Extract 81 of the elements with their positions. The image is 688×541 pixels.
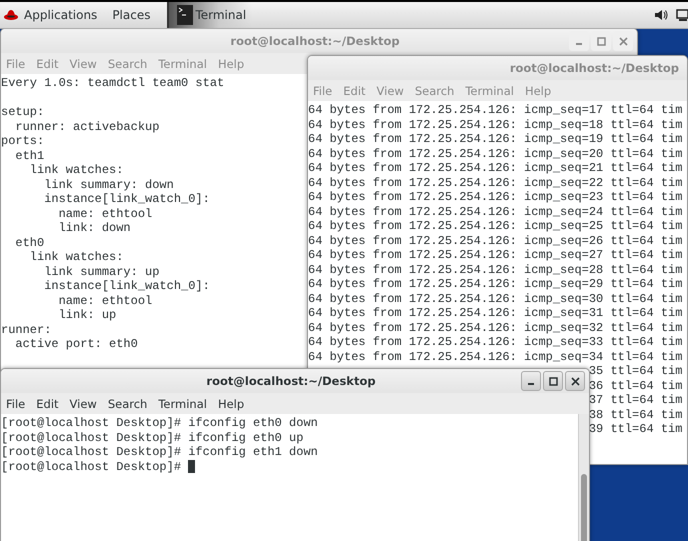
menu-item[interactable]: Help — [214, 396, 252, 410]
terminal-line: 64 bytes from 172.25.254.126: icmp_seq=34 ttl=64 tim — [308, 350, 682, 364]
terminal-line: Every 1.0s: teamdctl team0 stat — [1, 76, 224, 90]
menu-item[interactable]: Terminal — [462, 84, 522, 98]
terminal-line: 64 bytes from 172.25.254.126: icmp_seq=29 ttl=64 tim — [308, 277, 682, 292]
terminal-line: 64 bytes from 172.25.254.126: icmp_seq=31 ttl=64 tim — [308, 306, 682, 320]
terminal-line: link summary: down — [43, 178, 174, 192]
menu-item[interactable]: View — [66, 56, 105, 70]
terminal-line: 64 bytes from 172.25.254.126: icmp_seq=30 ttl=64 tim — [308, 292, 682, 306]
terminal-line: 64 bytes from 172.25.254.126: icmp_seq=24 ttl=64 tim — [308, 204, 682, 219]
window-title: root@localhost:~/Desktop — [510, 61, 679, 75]
maximize-icon — [596, 36, 606, 46]
terminal-line: 64 bytes from 172.25.254.126: icmp_seq=19 ttl=64 tim — [308, 132, 682, 146]
close-icon — [618, 36, 628, 46]
terminal-line: eth0 — [14, 236, 44, 250]
terminal-line: link: up — [58, 308, 116, 322]
maximize-icon — [548, 376, 558, 386]
menu-item[interactable]: Search — [412, 84, 462, 98]
terminal-line: ports: — [1, 134, 44, 148]
menu-item[interactable]: File — [310, 84, 340, 98]
window-title: root@localhost:~/Desktop — [206, 374, 376, 388]
menu-item[interactable]: Edit — [340, 84, 374, 98]
terminal-line: [root@localhost Desktop]# ifconfig eth1 down — [1, 445, 318, 460]
window-title: root@localhost:~/Desktop — [230, 34, 400, 48]
scrollbar-thumb[interactable] — [581, 474, 587, 541]
terminal-line: 39 ttl=64 tim — [588, 422, 682, 436]
terminal-line: 35 ttl=64 tim — [588, 364, 682, 378]
terminal-line: 64 bytes from 172.25.254.126: icmp_seq=33 ttl=64 tim — [308, 335, 682, 350]
terminal-line: name: ethtool — [58, 206, 152, 221]
terminal-line: link watches: — [28, 250, 124, 264]
terminal-icon — [177, 5, 194, 25]
terminal-line: link: down — [58, 221, 131, 236]
terminal-line: 64 bytes from 172.25.254.126: icmp_seq=27 ttl=64 tim — [308, 248, 682, 262]
menu-item[interactable]: Search — [104, 396, 156, 410]
speaker-icon[interactable] — [654, 8, 668, 22]
terminal-line: setup: — [1, 105, 44, 120]
menu-item[interactable]: View — [66, 396, 105, 410]
menu-item[interactable]: Search — [104, 56, 156, 70]
close-icon — [570, 376, 580, 386]
terminal-line: runner: activebackup — [14, 120, 160, 134]
terminal-line: 64 bytes from 172.25.254.126: icmp_seq=32 ttl=64 tim — [308, 320, 682, 335]
terminal-line: link summary: up — [43, 264, 160, 279]
hat-logo-icon — [4, 8, 18, 22]
terminal-line: [root@localhost Desktop]# ifconfig eth0 down — [1, 416, 318, 430]
terminal-line: active port: eth0 — [14, 337, 138, 352]
minimize-button[interactable] — [521, 371, 541, 391]
terminal-line: runner: — [1, 322, 52, 337]
menu-item[interactable]: View — [374, 84, 412, 98]
menu-item[interactable]: Edit — [33, 396, 67, 410]
terminal-line: name: ethtool — [58, 294, 152, 308]
terminal-line: instance[link_watch_0]: — [43, 192, 210, 206]
terminal-line: 36 ttl=64 tim — [588, 378, 682, 393]
terminal-line: 64 bytes from 172.25.254.126: icmp_seq=28 ttl=64 tim — [308, 262, 682, 277]
terminal-line: 64 bytes from 172.25.254.126: icmp_seq=17 ttl=64 tim — [308, 103, 682, 118]
terminal-line: 64 bytes from 172.25.254.126: icmp_seq=20 ttl=64 tim — [308, 146, 682, 161]
terminal-line: 64 bytes from 172.25.254.126: icmp_seq=25 ttl=64 tim — [308, 219, 682, 234]
top-menu[interactable]: Applications — [18, 8, 106, 22]
menu-item[interactable]: Terminal — [155, 56, 215, 70]
menu-item[interactable]: Help — [214, 56, 252, 70]
terminal-line: 64 bytes from 172.25.254.126: icmp_seq=26 ttl=64 tim — [308, 234, 682, 248]
terminal-task-button[interactable]: Terminal — [167, 2, 252, 28]
terminal-line: 64 bytes from 172.25.254.126: icmp_seq=21 ttl=64 tim — [308, 161, 682, 176]
menu-item[interactable]: Edit — [33, 56, 67, 70]
terminal-line: 64 bytes from 172.25.254.126: icmp_seq=23 ttl=64 tim — [308, 190, 682, 204]
terminal-line: 64 bytes from 172.25.254.126: icmp_seq=22 ttl=64 tim — [308, 176, 682, 190]
terminal-line: 38 ttl=64 tim — [588, 408, 682, 422]
maximize-button[interactable] — [543, 371, 563, 391]
close-button[interactable] — [565, 371, 585, 391]
menu-item[interactable]: Help — [522, 84, 560, 98]
menu-item[interactable]: Terminal — [155, 396, 215, 410]
menu-item[interactable]: File — [3, 396, 34, 410]
terminal-line: instance[link_watch_0]: — [43, 279, 210, 294]
terminal-line: 64 bytes from 172.25.254.126: icmp_seq=18 ttl=64 tim — [308, 118, 682, 132]
terminal-line: [root@localhost Desktop]# — [1, 460, 182, 474]
scrollbar[interactable] — [578, 414, 589, 541]
terminal-line: 37 ttl=64 tim — [588, 393, 682, 408]
terminal-line: [root@localhost Desktop]# ifconfig eth0 up — [1, 430, 304, 445]
terminal-line: link watches: — [28, 163, 124, 178]
top-menu[interactable]: Places — [106, 8, 160, 22]
menu-item[interactable]: File — [3, 56, 34, 70]
terminal-line: eth1 — [14, 148, 44, 163]
